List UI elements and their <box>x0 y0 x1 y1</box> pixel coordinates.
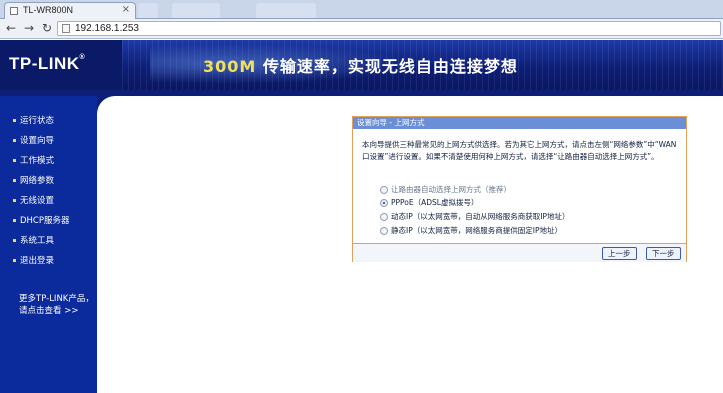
radio-auto-detect[interactable] <box>380 186 388 194</box>
bullet-icon <box>13 119 16 122</box>
bullet-icon <box>13 159 16 162</box>
header-banner: TP-LINK® 300M 传输速率，实现无线自由连接梦想 <box>0 40 723 90</box>
sidebar-item-logout[interactable]: 退出登录 <box>13 254 54 266</box>
more-products-link[interactable]: 更多TP-LINK产品， 请点击查看 >> <box>19 293 94 317</box>
sidebar-item-system-tools[interactable]: 系统工具 <box>13 234 54 246</box>
previous-button[interactable]: 上一步 <box>602 247 637 260</box>
reload-icon[interactable]: ↻ <box>40 21 54 35</box>
wizard-description: 本向导提供三种最常见的上网方式供选择。若为其它上网方式，请点击左侧“网络参数”中… <box>362 140 677 161</box>
sidebar-menu: 运行状态 设置向导 工作模式 网络参数 无线设置 DHCP服务器 系统工具 退出… <box>0 96 97 393</box>
bullet-icon <box>13 199 16 202</box>
wizard-footer: 上一步 下一步 <box>353 243 686 262</box>
bullet-icon <box>13 259 16 262</box>
background-tab[interactable] <box>256 3 316 18</box>
next-button[interactable]: 下一步 <box>646 247 681 260</box>
page-icon <box>62 24 70 33</box>
option-static-ip[interactable]: 静态IP（以太网宽带，网络服务商提供固定IP地址） <box>380 225 562 236</box>
sidebar-item-work-mode[interactable]: 工作模式 <box>13 154 54 166</box>
wizard-panel: 设置向导 - 上网方式 本向导提供三种最常见的上网方式供选择。若为其它上网方式，… <box>352 116 687 262</box>
option-label: 让路由器自动选择上网方式（推荐） <box>391 185 511 194</box>
option-dynamic-ip[interactable]: 动态IP（以太网宽带，自动从网络服务商获取IP地址） <box>380 211 569 222</box>
wizard-title: 设置向导 - 上网方式 <box>353 117 686 129</box>
option-label: 静态IP（以太网宽带，网络服务商提供固定IP地址） <box>391 226 562 235</box>
bullet-icon <box>13 219 16 222</box>
browser-toolbar: ← → ↻ 192.168.1.253 <box>0 19 723 39</box>
radio-dynamic-ip[interactable] <box>380 213 388 221</box>
tab-title: TL-WR800N <box>23 5 74 15</box>
more-products-line1: 更多TP-LINK产品， <box>19 294 94 304</box>
background-tab[interactable] <box>172 3 220 18</box>
new-tab-button[interactable] <box>138 3 158 18</box>
option-auto-detect[interactable]: 让路由器自动选择上网方式（推荐） <box>380 184 511 195</box>
sidebar-item-status[interactable]: 运行状态 <box>13 114 54 126</box>
radio-static-ip[interactable] <box>380 227 388 235</box>
sidebar-item-network[interactable]: 网络参数 <box>13 174 54 186</box>
option-label: PPPoE（ADSL虚拟拨号） <box>391 198 479 207</box>
logo-area: TP-LINK® <box>0 40 122 90</box>
tab-close-icon[interactable]: × <box>122 4 130 16</box>
option-label: 动态IP（以太网宽带，自动从网络服务商获取IP地址） <box>391 212 570 221</box>
more-products-line2: 请点击查看 >> <box>19 306 79 316</box>
back-arrow-icon[interactable]: ← <box>4 21 18 35</box>
tp-link-logo: TP-LINK® <box>9 54 86 73</box>
sidebar-item-wireless[interactable]: 无线设置 <box>13 194 54 206</box>
address-bar[interactable]: 192.168.1.253 <box>57 21 721 36</box>
browser-tab[interactable]: TL-WR800N × <box>4 2 136 19</box>
bullet-icon <box>13 239 16 242</box>
bullet-icon <box>13 179 16 182</box>
radio-pppoe[interactable] <box>380 199 388 207</box>
sidebar-item-dhcp[interactable]: DHCP服务器 <box>13 214 70 226</box>
banner-slogan: 300M 传输速率，实现无线自由连接梦想 <box>203 57 518 76</box>
page-favicon-icon <box>10 7 18 15</box>
browser-tab-strip: TL-WR800N × <box>0 0 723 19</box>
option-pppoe[interactable]: PPPoE（ADSL虚拟拨号） <box>380 197 478 208</box>
url-text[interactable]: 192.168.1.253 <box>75 23 139 34</box>
bullet-icon <box>13 139 16 142</box>
forward-arrow-icon[interactable]: → <box>22 21 36 35</box>
sidebar-item-setup-wizard[interactable]: 设置向导 <box>13 134 54 146</box>
